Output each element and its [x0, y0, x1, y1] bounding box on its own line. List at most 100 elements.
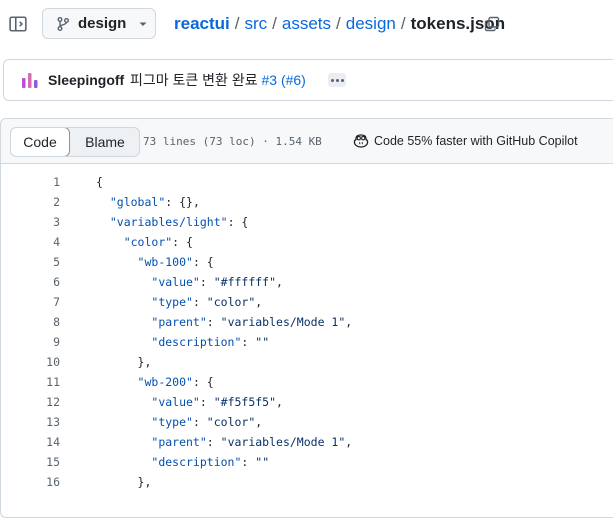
json-key: "description"	[151, 455, 242, 469]
view-mode-toggle: Code Blame	[10, 127, 140, 157]
json-punctuation: : {	[192, 255, 214, 269]
json-key: "parent"	[151, 315, 207, 329]
json-punctuation: ,	[276, 275, 283, 289]
latest-commit-bar: Sleepingoff 피그마 토큰 변환 완료 #3 (#6)	[3, 59, 613, 101]
line-code: "wb-100": {	[96, 252, 214, 272]
json-string: ""	[255, 455, 270, 469]
avatar[interactable]	[19, 70, 41, 92]
json-string: "color"	[206, 295, 256, 309]
code-line: 7 "type": "color",	[1, 292, 613, 312]
code-line: 4 "color": {	[1, 232, 613, 252]
json-punctuation: :	[241, 335, 256, 349]
line-number[interactable]: 1	[1, 172, 60, 192]
caret-down-icon	[139, 22, 147, 26]
pull-request-link[interactable]: #3 (#6)	[261, 72, 305, 88]
line-number[interactable]: 8	[1, 312, 60, 332]
json-key: "value"	[151, 395, 200, 409]
json-punctuation: {	[96, 175, 103, 189]
json-punctuation: ,	[255, 415, 263, 429]
line-code: "parent": "variables/Mode 1",	[96, 312, 352, 332]
json-key: "wb-200"	[137, 375, 193, 389]
line-number[interactable]: 4	[1, 232, 60, 252]
commit-message-text[interactable]: 피그마 토큰 변환 완료	[130, 72, 261, 88]
line-number[interactable]: 9	[1, 332, 60, 352]
json-punctuation: :	[199, 275, 214, 289]
json-punctuation: ,	[345, 435, 353, 449]
expand-commit-message-button[interactable]	[328, 73, 346, 87]
copilot-icon	[353, 134, 369, 148]
json-punctuation: ,	[255, 295, 263, 309]
line-number[interactable]: 7	[1, 292, 60, 312]
breadcrumb-separator: /	[400, 14, 406, 33]
json-key: "value"	[151, 275, 200, 289]
json-punctuation: :	[199, 395, 214, 409]
line-code: },	[96, 472, 152, 492]
breadcrumb-assets-link[interactable]: assets	[282, 14, 331, 33]
json-punctuation: : {	[172, 235, 193, 249]
breadcrumb-repo-link[interactable]: reactui	[174, 14, 230, 33]
json-punctuation: },	[137, 475, 152, 489]
breadcrumb-design-link[interactable]: design	[346, 14, 396, 33]
line-code: },	[96, 352, 152, 372]
code-line: 12 "value": "#f5f5f5",	[1, 392, 613, 412]
line-code: "global": {},	[96, 192, 200, 212]
breadcrumb-separator: /	[234, 14, 240, 33]
file-header-bar: design reactui / src / assets / design / tokens.…	[0, 0, 613, 50]
json-punctuation: :	[192, 415, 207, 429]
breadcrumb-separator: /	[336, 14, 341, 33]
line-number[interactable]: 16	[1, 472, 60, 492]
code-line: 15 "description": ""	[1, 452, 613, 472]
line-code: "type": "color",	[96, 412, 262, 432]
json-key: "type"	[151, 415, 193, 429]
line-code: {	[96, 172, 103, 192]
line-number[interactable]: 5	[1, 252, 60, 272]
line-number[interactable]: 6	[1, 272, 60, 292]
sidebar-toggle-icon[interactable]	[9, 15, 27, 33]
line-number[interactable]: 12	[1, 392, 60, 412]
commit-author-link[interactable]: Sleepingoff	[48, 71, 124, 89]
line-number[interactable]: 10	[1, 352, 60, 372]
line-code: "wb-200": {	[96, 372, 214, 392]
json-key: "wb-100"	[137, 255, 193, 269]
line-number[interactable]: 2	[1, 192, 60, 212]
json-punctuation: : {	[227, 215, 249, 229]
copy-icon[interactable]	[484, 16, 500, 32]
line-code: "variables/light": {	[96, 212, 248, 232]
json-punctuation: : {	[192, 375, 214, 389]
json-string: "variables/Mode 1"	[220, 315, 346, 329]
code-line: 5 "wb-100": {	[1, 252, 613, 272]
tab-code[interactable]: Code	[11, 128, 70, 156]
line-number[interactable]: 15	[1, 452, 60, 472]
code-line: 8 "parent": "variables/Mode 1",	[1, 312, 613, 332]
line-code: "parent": "variables/Mode 1",	[96, 432, 352, 452]
code-line: 13 "type": "color",	[1, 412, 613, 432]
code-line: 3 "variables/light": {	[1, 212, 613, 232]
json-string: ""	[255, 335, 270, 349]
branch-selector-button[interactable]: design	[42, 8, 156, 39]
line-number[interactable]: 11	[1, 372, 60, 392]
json-string: "#f5f5f5"	[213, 395, 277, 409]
file-viewer: Code Blame 73 lines (73 loc) · 1.54 KB C…	[0, 118, 613, 518]
json-punctuation: :	[241, 455, 256, 469]
json-key: "variables/light"	[109, 215, 228, 229]
line-number[interactable]: 13	[1, 412, 60, 432]
json-string: "#ffffff"	[213, 275, 277, 289]
json-punctuation: ,	[345, 315, 353, 329]
json-key: "type"	[151, 295, 193, 309]
code-line: 10 },	[1, 352, 613, 372]
breadcrumb: reactui / src / assets / design / tokens.json	[174, 13, 505, 35]
file-viewer-header: Code Blame 73 lines (73 loc) · 1.54 KB C…	[1, 119, 613, 164]
json-key: "description"	[151, 335, 242, 349]
file-stats: 73 lines (73 loc) · 1.54 KB	[143, 135, 322, 148]
line-number[interactable]: 14	[1, 432, 60, 452]
json-key: "color"	[123, 235, 173, 249]
copilot-promo-text: Code 55% faster with GitHub Copilot	[374, 134, 578, 148]
tab-blame[interactable]: Blame	[71, 128, 139, 156]
json-punctuation: ,	[276, 395, 283, 409]
json-punctuation: :	[206, 435, 221, 449]
json-punctuation: :	[206, 315, 221, 329]
code-line: 9 "description": ""	[1, 332, 613, 352]
line-number[interactable]: 3	[1, 212, 60, 232]
copilot-promo-link[interactable]: Code 55% faster with GitHub Copilot	[353, 133, 578, 149]
breadcrumb-src-link[interactable]: src	[244, 14, 267, 33]
